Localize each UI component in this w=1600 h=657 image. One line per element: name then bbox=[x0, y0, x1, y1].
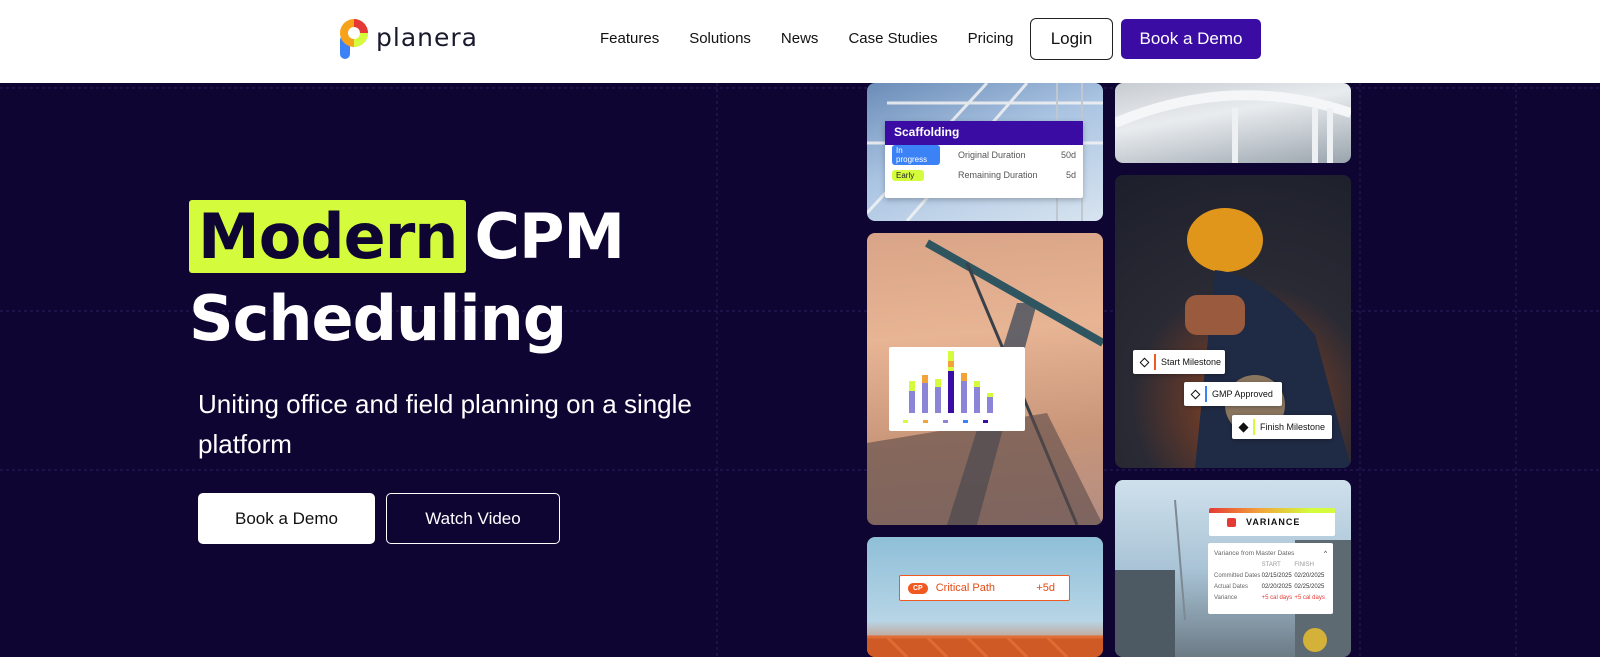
variance-header-card: VARIANCE bbox=[1209, 508, 1335, 536]
nav-features[interactable]: Features bbox=[600, 30, 659, 47]
status-badge-in-progress: In progress bbox=[892, 145, 940, 165]
bar-group-3 bbox=[935, 379, 941, 413]
diamond-filled-icon bbox=[1238, 422, 1249, 432]
scaffolding-task-card: Scaffolding In progress Original Duratio… bbox=[885, 121, 1083, 198]
brand-name: planera bbox=[376, 22, 478, 52]
variance-subtitle-row: Variance from Master Dates ^ bbox=[1214, 548, 1327, 559]
overpass-photo bbox=[1115, 83, 1351, 163]
critical-path-value: +5d bbox=[1036, 582, 1055, 594]
bar-group-6 bbox=[974, 381, 980, 413]
remaining-duration-value: 5d bbox=[1065, 170, 1076, 180]
nav-news[interactable]: News bbox=[781, 30, 819, 47]
table-row: Committed Dates 02/15/2025 02/20/2025 bbox=[1214, 570, 1327, 581]
hero-book-demo-button[interactable]: Book a Demo bbox=[198, 493, 375, 544]
finish-milestone-chip: Finish Milestone bbox=[1232, 415, 1332, 439]
start-milestone-chip: Start Milestone bbox=[1133, 350, 1225, 374]
row-start: +5 cal days bbox=[1261, 594, 1293, 601]
chart-legend bbox=[903, 420, 988, 423]
remaining-duration-label: Remaining Duration bbox=[958, 170, 1038, 180]
cp-badge: CP bbox=[908, 582, 928, 594]
gmp-approved-chip: GMP Approved bbox=[1184, 382, 1282, 406]
table-row: Variance +5 cal days +5 cal days bbox=[1214, 592, 1327, 603]
calendar-icon bbox=[1227, 517, 1236, 527]
hero-title: Modern CPM Scheduling bbox=[189, 196, 625, 360]
nav-case-studies[interactable]: Case Studies bbox=[848, 30, 937, 47]
nav-solutions[interactable]: Solutions bbox=[689, 30, 751, 47]
row-start: 02/15/2025 bbox=[1261, 572, 1292, 579]
diamond-outline-icon bbox=[1139, 357, 1150, 367]
status-badge-early: Early bbox=[892, 169, 924, 181]
start-milestone-label: Start Milestone bbox=[1161, 357, 1222, 367]
bar-group-2 bbox=[922, 375, 928, 413]
variance-column-headers: START FINISH bbox=[1214, 559, 1327, 570]
row-label: Variance bbox=[1214, 594, 1238, 601]
row-label: Actual Dates bbox=[1214, 583, 1249, 590]
hero-title-line2: Scheduling bbox=[189, 282, 567, 355]
scaffolding-title: Scaffolding bbox=[885, 121, 1083, 145]
row-label: Committed Dates bbox=[1214, 572, 1261, 579]
header-book-demo-button[interactable]: Book a Demo bbox=[1121, 19, 1261, 59]
col-finish: FINISH bbox=[1294, 561, 1314, 568]
milestone-bar-lime bbox=[1253, 419, 1255, 435]
chevron-up-icon[interactable]: ^ bbox=[1324, 550, 1327, 557]
overpass-photo-art bbox=[1115, 90, 1351, 163]
hero-title-highlight: Modern bbox=[189, 200, 467, 273]
hero-title-rest: CPM bbox=[474, 200, 625, 273]
bar-group-7 bbox=[987, 393, 993, 413]
bar-group-4 bbox=[948, 351, 954, 413]
hero-grid-background bbox=[0, 83, 1600, 657]
nav-pricing[interactable]: Pricing bbox=[968, 30, 1014, 47]
row-finish: 02/25/2025 bbox=[1294, 583, 1325, 590]
variance-title: VARIANCE bbox=[1246, 517, 1301, 527]
planera-logo-icon bbox=[340, 19, 368, 59]
mini-bar-chart bbox=[903, 351, 993, 423]
scaffolding-row-original: In progress Original Duration 50d bbox=[885, 145, 1083, 165]
main-nav: Features Solutions News Case Studies Pri… bbox=[600, 30, 1014, 47]
row-finish: 02/20/2025 bbox=[1294, 572, 1325, 579]
hero-subtitle: Uniting office and field planning on a s… bbox=[198, 389, 692, 459]
bar-group-5 bbox=[961, 373, 967, 413]
table-row: Actual Dates 02/20/2025 02/25/2025 bbox=[1214, 581, 1327, 592]
mini-bar-chart-card bbox=[889, 347, 1025, 431]
brand-logo[interactable]: planera bbox=[338, 17, 478, 61]
critical-path-label: Critical Path bbox=[935, 582, 996, 594]
critical-path-chip: CP Critical Path +5d bbox=[899, 575, 1070, 601]
original-duration-value: 50d bbox=[1060, 150, 1076, 160]
bar-group-1 bbox=[909, 381, 915, 413]
row-finish: +5 cal days bbox=[1294, 594, 1325, 601]
hero-watch-video-button[interactable]: Watch Video bbox=[386, 493, 560, 544]
col-start: START bbox=[1261, 561, 1281, 568]
original-duration-label: Original Duration bbox=[958, 150, 1026, 160]
variance-subtitle: Variance from Master Dates bbox=[1214, 550, 1295, 557]
login-button[interactable]: Login bbox=[1030, 18, 1113, 60]
variance-table-card: Variance from Master Dates ^ START FINIS… bbox=[1208, 543, 1333, 614]
row-start: 02/20/2025 bbox=[1261, 583, 1292, 590]
site-header: planera Features Solutions News Case Stu… bbox=[0, 0, 1600, 83]
diamond-dot-icon bbox=[1190, 389, 1201, 399]
scaffolding-row-remaining: Early Remaining Duration 5d bbox=[885, 165, 1083, 185]
gmp-approved-label: GMP Approved bbox=[1212, 389, 1273, 399]
milestone-bar-orange bbox=[1154, 354, 1156, 370]
finish-milestone-label: Finish Milestone bbox=[1260, 422, 1326, 432]
milestone-bar-blue bbox=[1205, 386, 1207, 402]
variance-gradient-strip bbox=[1209, 508, 1335, 513]
